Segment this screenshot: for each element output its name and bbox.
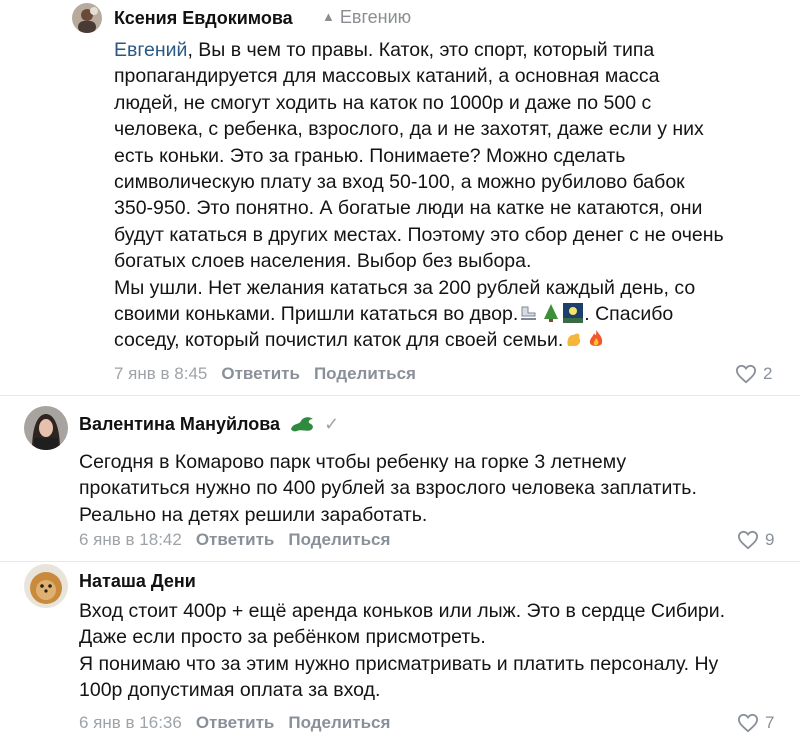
like-count: 2	[763, 364, 773, 383]
heart-icon	[737, 530, 759, 550]
author-name-text: Валентина Мануйлова	[79, 414, 281, 434]
like-count: 9	[765, 530, 775, 549]
share-button[interactable]: Поделиться	[314, 364, 416, 383]
reply-button[interactable]: Ответить	[196, 713, 275, 732]
comment-footer: 6 янв в 18:42 Ответить Поделиться	[79, 530, 390, 550]
comment-text: Вход стоит 400р + ещё аренда коньков или…	[79, 600, 726, 702]
heart-icon	[737, 713, 759, 733]
heart-icon	[735, 364, 757, 384]
reply-to[interactable]: ▲ Евгению	[322, 7, 411, 28]
comment-body: , Вы в чем то правы. Каток, это спорт, к…	[114, 39, 724, 326]
comment-footer: 7 янв в 8:45 Ответить Поделиться	[114, 364, 416, 384]
share-button[interactable]: Поделиться	[288, 713, 390, 732]
comment-2: Валентина Мануйлова ✓ Сегодня в Комарово…	[0, 396, 800, 561]
author-name[interactable]: Наташа Дени	[79, 571, 196, 592]
comment-date[interactable]: 7 янв в 8:45	[114, 364, 207, 383]
like-button[interactable]: 7	[737, 713, 774, 733]
fireworks-emoji-icon	[563, 303, 584, 324]
mention-link[interactable]: Евгений	[114, 39, 187, 61]
tree-emoji-icon	[544, 304, 559, 323]
fire-emoji-icon	[590, 330, 603, 347]
skate-emoji-icon	[521, 306, 537, 321]
avatar[interactable]	[24, 564, 68, 608]
like-button[interactable]: 2	[735, 364, 772, 384]
flexed-biceps-emoji-icon	[567, 334, 581, 347]
check-icon: ✓	[324, 414, 340, 434]
comment-text: Сегодня в Комарово парк чтобы ребенку на…	[79, 451, 697, 526]
avatar-image	[24, 406, 68, 450]
like-button[interactable]: 9	[737, 530, 774, 550]
share-button[interactable]: Поделиться	[288, 530, 390, 549]
reply-button[interactable]: Ответить	[221, 364, 300, 383]
reply-to-name: Евгению	[339, 7, 412, 27]
comment-3: Наташа Дени Вход стоит 400р + ещё аренда…	[0, 562, 800, 754]
reply-arrow-icon: ▲	[322, 9, 335, 24]
avatar-image	[72, 3, 102, 33]
dragon-emoji-icon	[291, 417, 314, 432]
avatar[interactable]	[72, 3, 102, 33]
author-name[interactable]: Валентина Мануйлова ✓	[79, 413, 339, 435]
comment-date[interactable]: 6 янв в 16:36	[79, 713, 182, 732]
reply-button[interactable]: Ответить	[196, 530, 275, 549]
like-count: 7	[765, 713, 775, 732]
comment-date[interactable]: 6 янв в 18:42	[79, 530, 182, 549]
comment-1: Ксения Евдокимова ▲ Евгению Евгений, Вы …	[0, 0, 800, 395]
comment-footer: 6 янв в 16:36 Ответить Поделиться	[79, 713, 390, 733]
author-name[interactable]: Ксения Евдокимова	[114, 8, 293, 29]
avatar-image	[24, 564, 68, 608]
comment-text: Евгений, Вы в чем то правы. Каток, это с…	[114, 37, 794, 354]
avatar[interactable]	[24, 406, 68, 450]
